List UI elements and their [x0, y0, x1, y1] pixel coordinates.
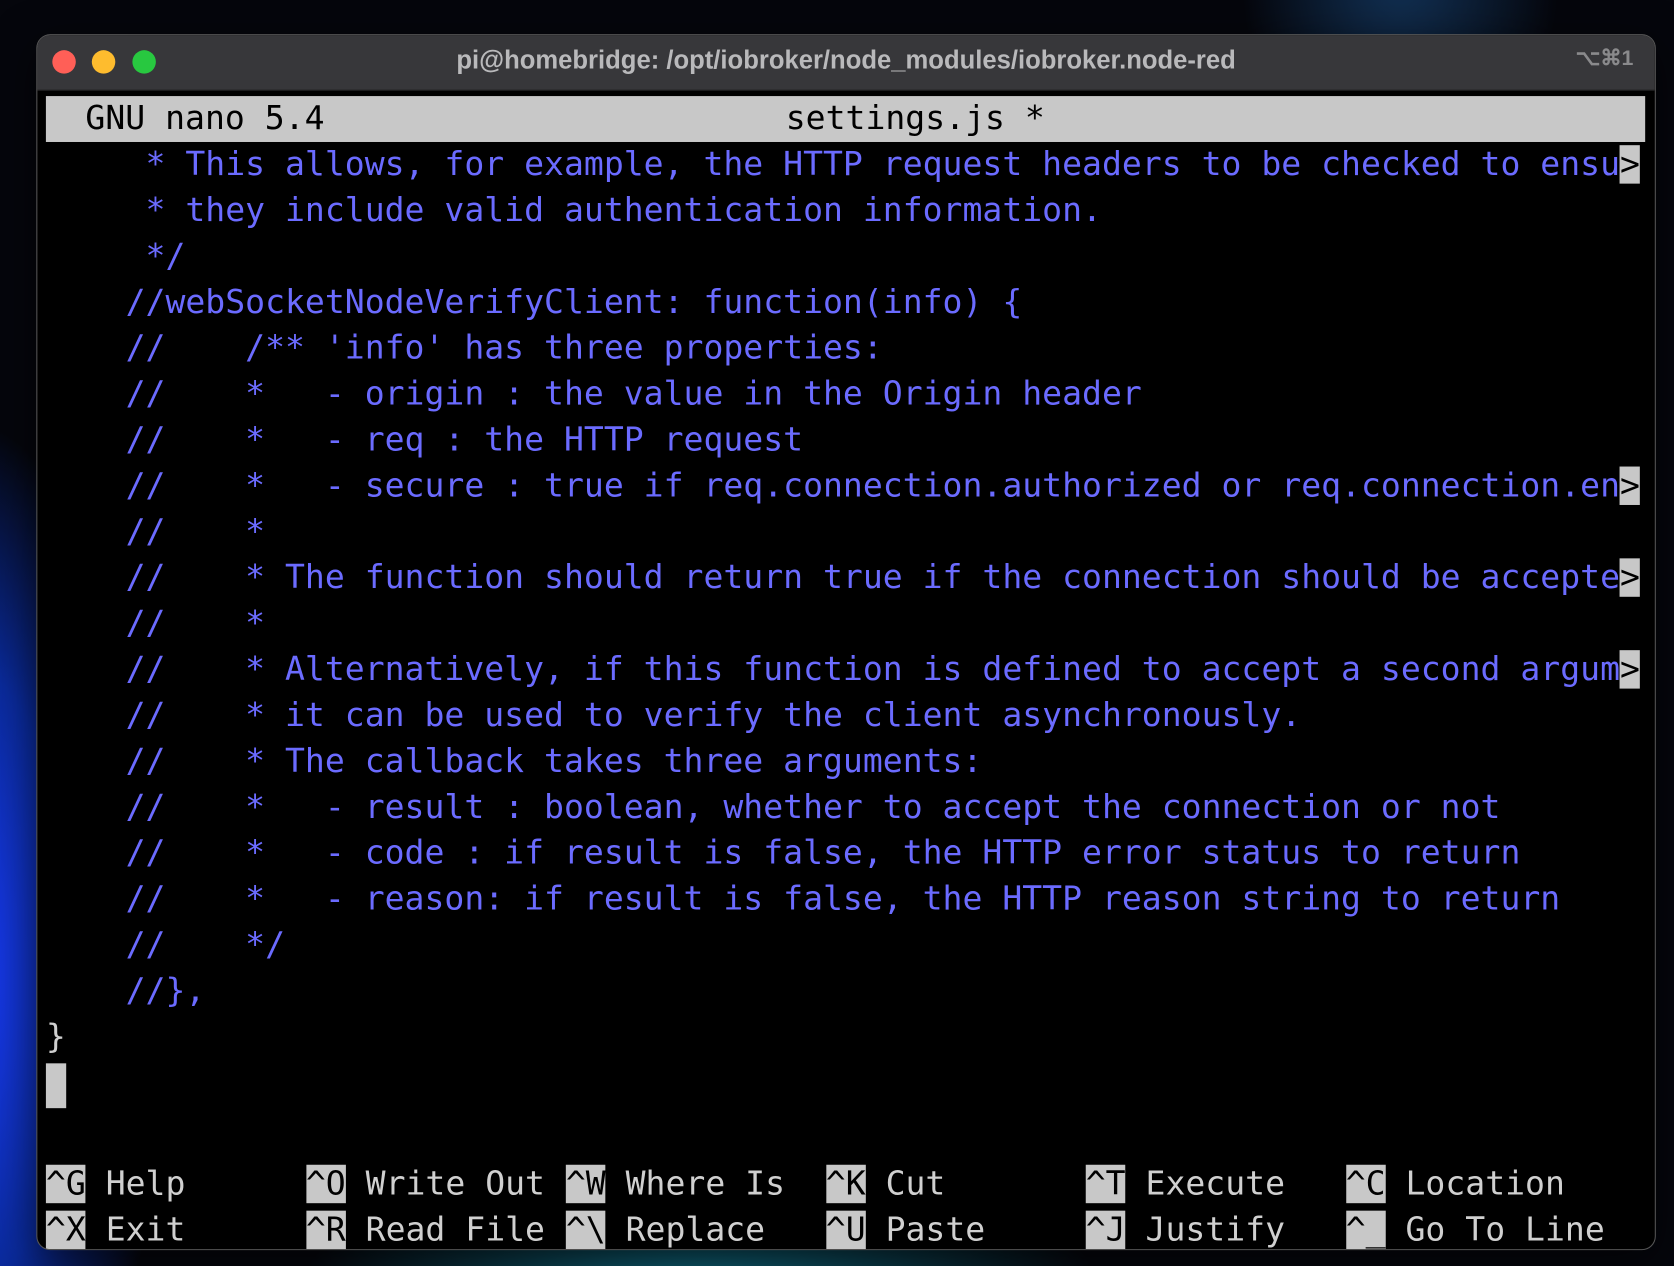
- code-line-text: //webSocketNodeVerifyClient: function(in…: [45, 282, 1023, 322]
- code-line[interactable]: // * - reason: if result is false, the H…: [45, 876, 1561, 922]
- shortcut-label: Read File: [365, 1210, 545, 1250]
- shortcut-paste[interactable]: ^U Paste: [825, 1207, 986, 1250]
- shortcut-label: Replace: [625, 1210, 766, 1250]
- file-name: settings.js *: [785, 99, 1045, 138]
- code-line[interactable]: // * - req : the HTTP request: [46, 417, 803, 463]
- code-line-text: }: [45, 1017, 66, 1056]
- shortcut-location[interactable]: ^C Location: [1345, 1162, 1565, 1208]
- shortcut-key: ^O: [305, 1164, 346, 1204]
- shortcut-replace[interactable]: ^\ Replace: [565, 1207, 766, 1250]
- code-line[interactable]: // * - secure : true if req.connection.a…: [46, 463, 1640, 509]
- shortcut-key: ^C: [1345, 1164, 1386, 1204]
- shortcut-where-is[interactable]: ^W Where Is: [565, 1162, 786, 1208]
- shortcut-exit[interactable]: ^X Exit: [45, 1207, 186, 1250]
- shortcut-key: ^U: [825, 1210, 866, 1250]
- line-overflow-indicator: >: [1620, 558, 1640, 597]
- text-cursor: [45, 1063, 67, 1109]
- nano-editor[interactable]: GNU nano 5.4 settings.js * * This allows…: [45, 94, 1655, 1250]
- code-line-text: */: [45, 237, 186, 276]
- code-line[interactable]: */: [45, 234, 186, 280]
- code-line[interactable]: // /** 'info' has three properties:: [46, 326, 883, 372]
- code-line[interactable]: // * The callback takes three arguments:: [46, 739, 983, 785]
- code-line-text: // *: [45, 512, 266, 551]
- code-line[interactable]: // * - origin : the value in the Origin …: [46, 372, 1142, 418]
- shortcut-label: Location: [1405, 1164, 1565, 1204]
- shortcut-label: Justify: [1145, 1210, 1286, 1250]
- shortcut-label: Write Out: [365, 1164, 545, 1204]
- shortcut-execute[interactable]: ^T Execute: [1085, 1162, 1286, 1208]
- code-line[interactable]: // */: [46, 922, 285, 968]
- code-line[interactable]: // * it can be used to verify the client…: [45, 693, 1302, 739]
- code-line[interactable]: // * Alternatively, if this function is …: [46, 647, 1640, 693]
- code-line-text: * they include valid authentication info…: [45, 191, 1102, 230]
- shortcut-label: Paste: [885, 1210, 986, 1250]
- shortcut-key: ^_: [1345, 1210, 1386, 1250]
- shortcut-label: Where Is: [625, 1164, 786, 1204]
- code-line-text: // * - req : the HTTP request: [45, 420, 804, 460]
- shortcut-key: ^J: [1085, 1210, 1126, 1250]
- code-line-text: // * The function should return true if …: [45, 558, 1621, 597]
- code-line-text: * This allows, for example, the HTTP req…: [45, 145, 1621, 184]
- code-line[interactable]: // * - code : if result is false, the HT…: [45, 831, 1521, 877]
- shortcut-justify[interactable]: ^J Justify: [1085, 1207, 1286, 1250]
- shortcut-key: ^G: [45, 1164, 86, 1204]
- window-shortcut-hint: ⌥⌘1: [1575, 46, 1634, 71]
- shortcut-label: Cut: [885, 1164, 946, 1204]
- code-line-text: // * - secure : true if req.connection.a…: [45, 466, 1621, 505]
- line-overflow-indicator: >: [1620, 650, 1640, 689]
- shortcut-key: ^X: [45, 1210, 86, 1250]
- shortcut-help[interactable]: ^G Help: [45, 1162, 186, 1208]
- code-line-text: // * - code : if result is false, the HT…: [45, 833, 1521, 873]
- window-title: pi@homebridge: /opt/iobroker/node_module…: [456, 45, 1236, 75]
- shortcut-go-to-line[interactable]: ^_ Go To Line: [1345, 1207, 1605, 1250]
- code-line[interactable]: //webSocketNodeVerifyClient: function(in…: [45, 280, 1023, 326]
- code-line-text: // * - origin : the value in the Origin …: [45, 374, 1142, 414]
- title-bar[interactable]: pi@homebridge: /opt/iobroker/node_module…: [37, 35, 1655, 91]
- shortcut-cut[interactable]: ^K Cut: [825, 1162, 946, 1208]
- nano-header-bar: GNU nano 5.4 settings.js *: [45, 96, 1646, 142]
- code-line[interactable]: * This allows, for example, the HTTP req…: [46, 142, 1640, 188]
- code-line[interactable]: // * The function should return true if …: [46, 555, 1640, 601]
- code-line[interactable]: * they include valid authentication info…: [46, 188, 1102, 234]
- shortcut-label: Help: [105, 1164, 186, 1204]
- line-overflow-indicator: >: [1620, 466, 1640, 505]
- code-line[interactable]: //},: [45, 968, 206, 1014]
- shortcut-label: Exit: [105, 1210, 186, 1250]
- code-line-text: //},: [45, 971, 206, 1010]
- code-line-text: // * The callback takes three arguments:: [45, 741, 983, 781]
- shortcut-label: Execute: [1145, 1164, 1286, 1204]
- code-line-text: // /** 'info' has three properties:: [45, 328, 883, 368]
- shortcut-key: ^K: [825, 1164, 866, 1204]
- shortcut-write-out[interactable]: ^O Write Out: [305, 1162, 545, 1208]
- nano-version: GNU nano 5.4: [85, 99, 325, 138]
- code-line[interactable]: // *: [45, 509, 266, 555]
- code-line-text: // *: [45, 604, 266, 643]
- code-line[interactable]: }: [46, 1014, 66, 1060]
- shortcut-read-file[interactable]: ^R Read File: [305, 1207, 545, 1250]
- code-line-text: // * - reason: if result is false, the H…: [45, 879, 1561, 919]
- shortcut-key: ^W: [565, 1164, 606, 1204]
- line-overflow-indicator: >: [1620, 145, 1640, 184]
- code-line[interactable]: // * - result : boolean, whether to acce…: [46, 785, 1501, 831]
- shortcut-key: ^\: [565, 1210, 606, 1250]
- shortcut-label: Go To Line: [1405, 1210, 1605, 1250]
- code-line[interactable]: // *: [45, 601, 266, 647]
- shortcut-key: ^T: [1085, 1164, 1126, 1204]
- code-line-text: // * - result : boolean, whether to acce…: [45, 787, 1501, 827]
- code-line-text: // * Alternatively, if this function is …: [45, 650, 1621, 689]
- code-line-text: // */: [45, 925, 286, 965]
- terminal-window: pi@homebridge: /opt/iobroker/node_module…: [37, 35, 1655, 1250]
- code-line-text: // * it can be used to verify the client…: [45, 696, 1302, 735]
- shortcut-key: ^R: [305, 1210, 346, 1250]
